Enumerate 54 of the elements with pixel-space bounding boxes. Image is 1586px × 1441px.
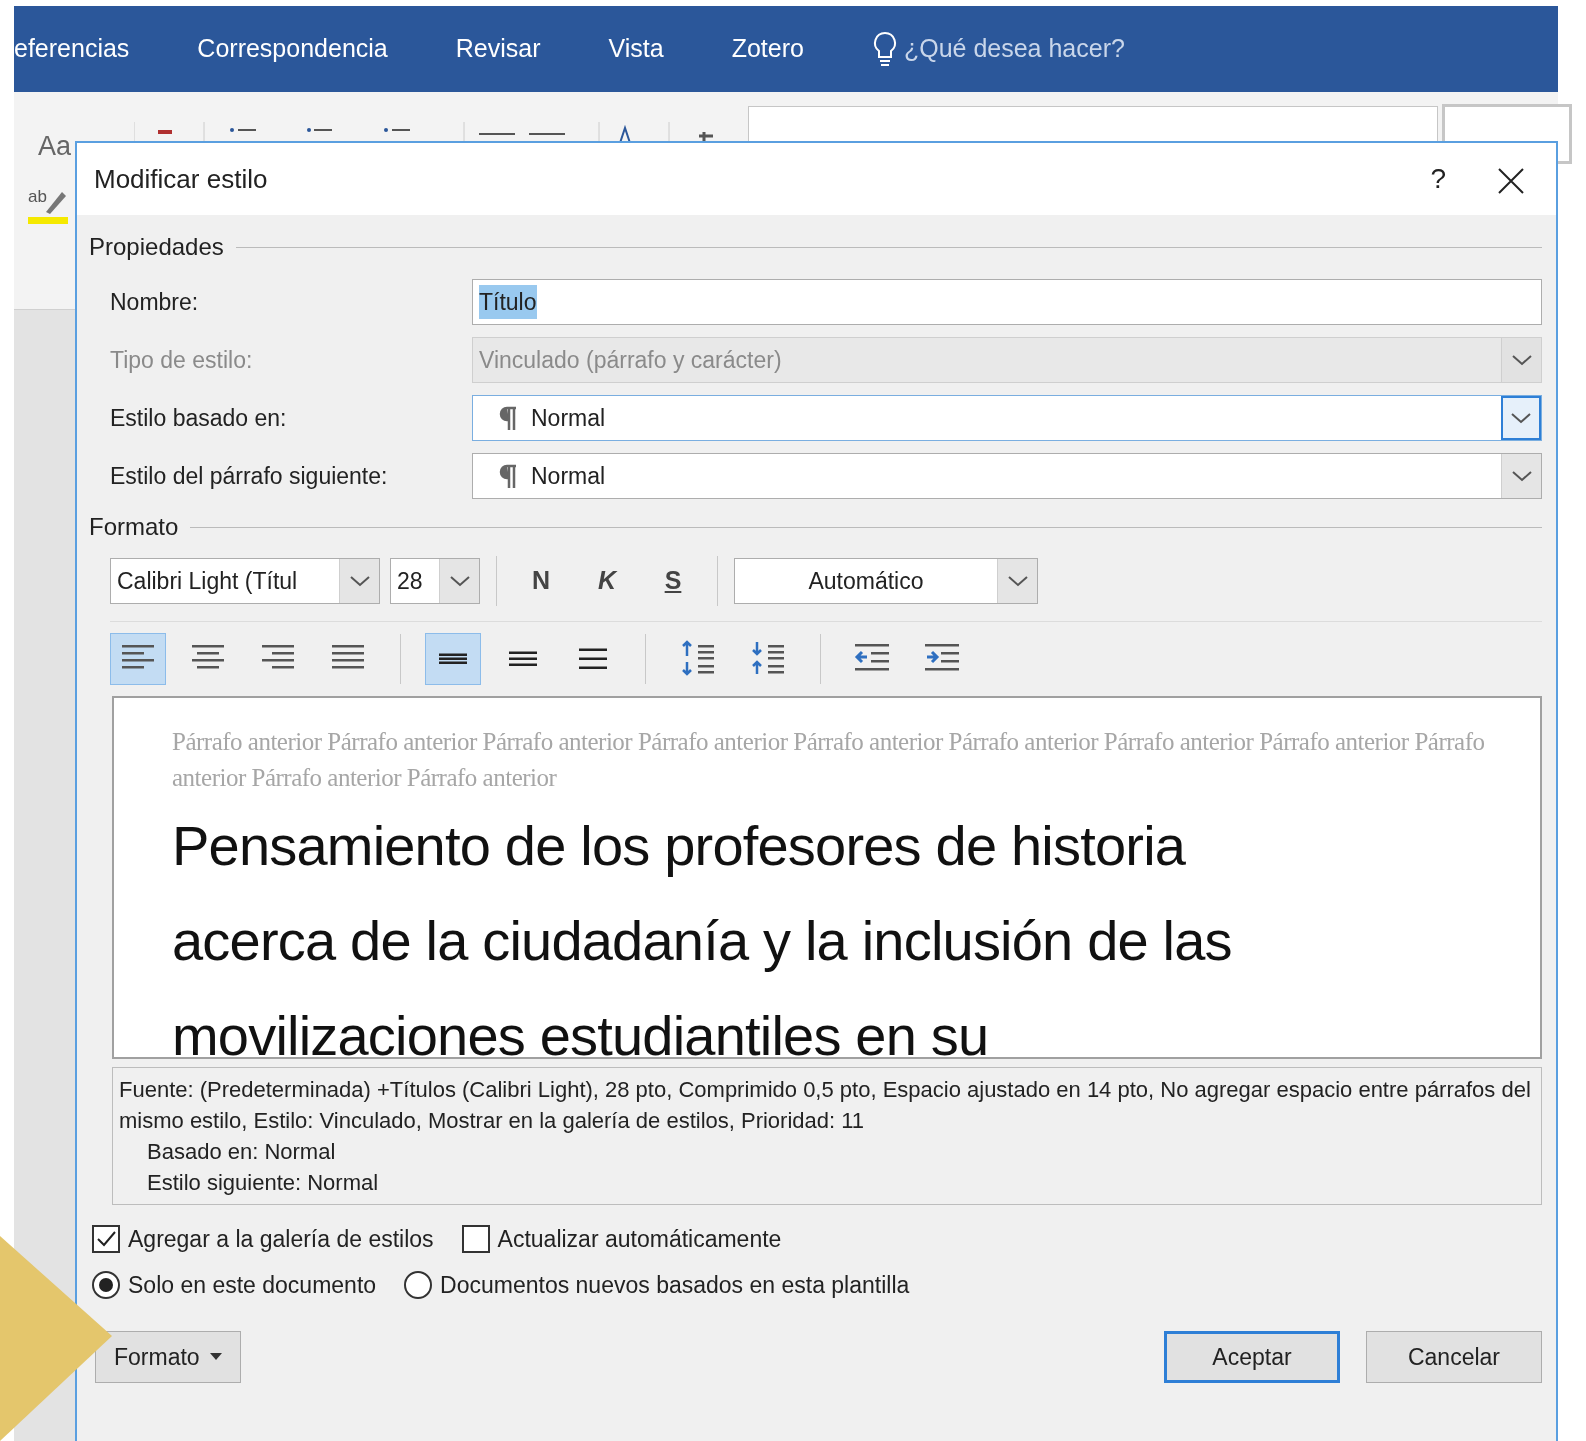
field-label: Estilo basado en: (110, 403, 288, 433)
group-heading: Propiedades (89, 232, 224, 262)
bold-button[interactable]: N (513, 562, 569, 600)
ribbon-tab[interactable]: Revisar (421, 30, 575, 68)
sample-text-line: movilizaciones estudiantiles en su (172, 1003, 990, 1057)
dialog-button[interactable]: Aceptar (1164, 1331, 1340, 1383)
chevron-down-icon (1510, 353, 1533, 367)
ribbon-tab[interactable]: Zotero (697, 30, 838, 68)
chevron-down-icon (1006, 574, 1029, 588)
line-spacing-icon (579, 648, 607, 670)
dropdown-button[interactable] (1501, 396, 1541, 440)
font-size-dropdown[interactable]: 28 (390, 558, 480, 604)
font-color-dropdown[interactable]: Automático (734, 558, 1038, 604)
font-dropdown[interactable]: Calibri Light (Títul (110, 558, 380, 604)
ribbon-tab[interactable]: eferencias (14, 30, 164, 68)
radio-option[interactable]: Solo en este documento (92, 1267, 377, 1303)
format-menu-button[interactable]: Formato (95, 1331, 241, 1383)
lightbulb-icon (871, 31, 898, 67)
pilcrow-icon (499, 406, 517, 430)
field-label: Tipo de estilo: (110, 345, 254, 375)
group-heading: Formato (89, 512, 179, 542)
dialog-button[interactable]: Cancelar (1366, 1331, 1542, 1383)
field-label: Estilo del párrafo siguiente: (110, 461, 389, 491)
radio-option[interactable]: Documentos nuevos basados en esta plantilla (404, 1267, 910, 1303)
dialog-title: Modificar estilo (94, 162, 269, 196)
align-left-button[interactable] (110, 633, 166, 685)
description-detail: Basado en: Normal (146, 1138, 337, 1166)
chevron-down-icon (348, 574, 371, 588)
line-spacing-icon (439, 653, 467, 665)
sample-text-line: acerca de la ciudadanía y la inclusión de las (172, 908, 1233, 974)
dropdown-field[interactable]: Normal (472, 453, 1542, 499)
chevron-down-icon (448, 574, 471, 588)
dropdown-field[interactable]: Normal (472, 395, 1542, 441)
line-spacing-button[interactable] (425, 633, 481, 685)
input-field[interactable]: Título (472, 279, 1542, 325)
ribbon-tab[interactable]: Vista (574, 30, 698, 68)
caret-icon (209, 1353, 222, 1361)
underline-button[interactable]: S (645, 562, 701, 600)
checkbox-option[interactable]: Agregar a la galería de estilos (92, 1221, 434, 1257)
sample-text-line: Pensamiento de los profesores de historia (172, 813, 1187, 879)
search-field[interactable]: ¿Qué desea hacer? (903, 30, 1125, 68)
line-spacing-icon (509, 651, 537, 667)
chevron-down-icon (1510, 411, 1532, 425)
description-text: Fuente: (Predeterminada) +Títulos (Calibri Light), 28 pto, Comprimido 0,5 pto, Espacio ajustado en 14 pto, No agregar espacio entre párrafos del mismo estilo, Estilo: Vinculado, Mostrar en la galería de estilos, Prioridad: 11 (119, 1076, 1532, 1135)
font-sample-button[interactable]: Aa (38, 126, 72, 167)
checkbox-option[interactable]: Actualizar automáticamente (461, 1221, 782, 1257)
pilcrow-icon (499, 464, 517, 488)
field-label: Nombre: (110, 287, 200, 317)
chevron-down-icon (1510, 469, 1533, 483)
description-detail: Estilo siguiente: Normal (146, 1169, 380, 1197)
ribbon-tab[interactable]: Correspondencia (163, 30, 422, 68)
previous-paragraph-text: Párrafo anterior Párrafo anterior Párrafo anterior Párrafo anterior Párrafo anterior Párrafo anterior Párrafo anterior Párrafo anterior Párrafo anterior Párrafo anterior Párrafo anterior (172, 727, 1486, 793)
italic-button[interactable]: K (579, 562, 635, 600)
help-button[interactable]: ? (1390, 158, 1486, 200)
